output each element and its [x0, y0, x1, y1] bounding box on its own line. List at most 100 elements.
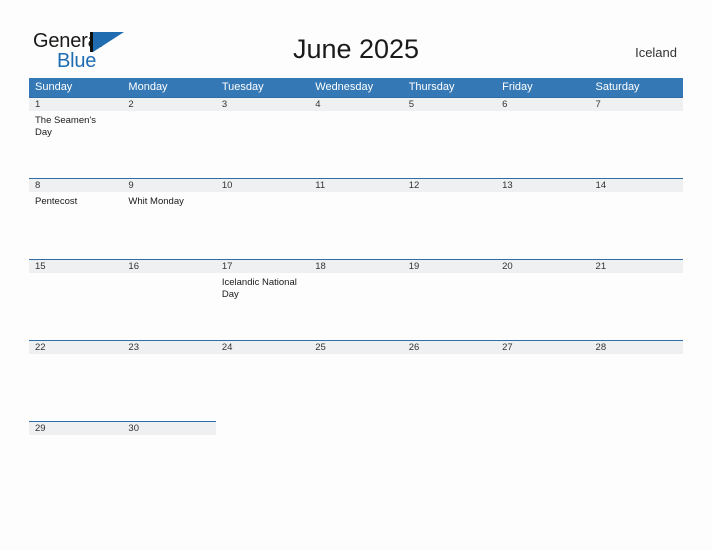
day-cell[interactable]: 23 — [122, 340, 216, 421]
calendar-cell[interactable]: 24 — [215, 340, 310, 421]
day-number-empty — [590, 421, 683, 435]
day-number: 15 — [29, 259, 123, 273]
day-cell[interactable]: 11 — [309, 178, 403, 259]
day-cell[interactable]: 17 Icelandic National Day — [215, 259, 310, 340]
day-number: 30 — [122, 421, 216, 435]
day-cell[interactable]: 6 — [496, 97, 590, 178]
day-cell[interactable]: 16 — [122, 259, 216, 340]
day-number: 9 — [122, 178, 216, 192]
day-cell[interactable] — [403, 421, 496, 502]
calendar-cell[interactable]: 4 — [309, 97, 403, 178]
day-cell[interactable]: 26 — [402, 340, 497, 421]
calendar-cell[interactable]: 29 — [29, 421, 123, 502]
calendar-cell[interactable]: 11 — [309, 178, 403, 259]
calendar-cell[interactable]: 19 — [402, 259, 497, 340]
day-number: 25 — [309, 340, 403, 354]
day-cell[interactable]: 14 — [589, 178, 683, 259]
day-cell[interactable]: 28 — [589, 340, 683, 421]
calendar-cell[interactable] — [215, 421, 310, 502]
day-cell[interactable]: 27 — [496, 340, 590, 421]
day-cell[interactable]: 30 — [122, 421, 216, 502]
day-cell[interactable]: 4 — [309, 97, 403, 178]
weekday-header-tuesday: Tuesday — [215, 78, 310, 97]
calendar-cell[interactable] — [402, 421, 497, 502]
calendar-cell[interactable]: 13 — [496, 178, 590, 259]
calendar-cell[interactable]: 27 — [496, 340, 590, 421]
day-number-empty — [403, 421, 496, 435]
day-cell[interactable]: 1 The Seamen's Day — [29, 97, 123, 178]
day-cell[interactable]: 25 — [309, 340, 403, 421]
day-number: 16 — [122, 259, 216, 273]
day-cell[interactable]: 21 — [589, 259, 683, 340]
calendar-body: 1 The Seamen's Day 2 3 4 5 6 7 8 Pentecost 9 Whit M… — [29, 97, 683, 502]
day-number: 14 — [589, 178, 683, 192]
calendar-cell[interactable]: 10 — [215, 178, 310, 259]
calendar-cell[interactable]: 21 — [589, 259, 683, 340]
event-list: The Seamen's Day — [29, 111, 122, 139]
day-cell[interactable]: 7 — [589, 97, 683, 178]
day-cell[interactable]: 18 — [309, 259, 403, 340]
calendar-week-row: 29 30 — [29, 421, 683, 502]
day-number: 6 — [496, 97, 590, 111]
calendar-cell[interactable]: 6 — [496, 97, 590, 178]
day-cell[interactable]: 20 — [496, 259, 590, 340]
calendar-cell[interactable]: 8 Pentecost — [29, 178, 123, 259]
calendar-cell[interactable]: 7 — [589, 97, 683, 178]
calendar-cell[interactable]: 18 — [309, 259, 403, 340]
day-number: 8 — [29, 178, 123, 192]
calendar-week-row: 8 Pentecost 9 Whit Monday 10 11 12 13 14 — [29, 178, 683, 259]
day-cell[interactable]: 10 — [215, 178, 310, 259]
weekday-header-thursday: Thursday — [402, 78, 497, 97]
day-number: 23 — [122, 340, 216, 354]
day-cell[interactable]: 24 — [215, 340, 310, 421]
calendar-cell[interactable]: 20 — [496, 259, 590, 340]
calendar-cell[interactable]: 15 — [29, 259, 123, 340]
event-label: Icelandic National Day — [221, 277, 297, 300]
day-number-empty — [216, 421, 309, 435]
day-cell[interactable]: 13 — [496, 178, 590, 259]
day-cell[interactable] — [309, 421, 402, 502]
weekday-header-sunday: Sunday — [29, 78, 123, 97]
calendar-week-row: 1 The Seamen's Day 2 3 4 5 6 7 — [29, 97, 683, 178]
calendar-cell[interactable] — [496, 421, 590, 502]
calendar-cell[interactable] — [589, 421, 683, 502]
day-cell[interactable]: 3 — [215, 97, 310, 178]
calendar-cell[interactable]: 1 The Seamen's Day — [29, 97, 123, 178]
calendar-cell[interactable]: 23 — [122, 340, 216, 421]
day-number: 12 — [402, 178, 497, 192]
calendar-cell[interactable]: 25 — [309, 340, 403, 421]
calendar-cell[interactable]: 17 Icelandic National Day — [215, 259, 310, 340]
event-label: The Seamen's Day — [35, 115, 96, 138]
day-number: 18 — [309, 259, 403, 273]
calendar-week-row: 15 16 17 Icelandic National Day 18 19 20 21 — [29, 259, 683, 340]
day-cell[interactable]: 12 — [402, 178, 497, 259]
day-cell[interactable] — [590, 421, 683, 502]
calendar-cell[interactable]: 30 — [122, 421, 216, 502]
calendar-cell[interactable]: 14 — [589, 178, 683, 259]
day-cell[interactable] — [496, 421, 589, 502]
day-cell[interactable]: 5 — [402, 97, 497, 178]
day-cell[interactable]: 19 — [402, 259, 497, 340]
day-cell[interactable]: 22 — [29, 340, 123, 421]
calendar-cell[interactable]: 2 — [122, 97, 216, 178]
calendar-cell[interactable]: 9 Whit Monday — [122, 178, 216, 259]
calendar-grid: Sunday Monday Tuesday Wednesday Thursday… — [29, 78, 683, 502]
calendar-cell[interactable]: 22 — [29, 340, 123, 421]
day-cell[interactable]: 29 — [29, 421, 123, 502]
calendar-cell[interactable]: 28 — [589, 340, 683, 421]
calendar-cell[interactable] — [309, 421, 403, 502]
calendar-cell[interactable]: 26 — [402, 340, 497, 421]
day-cell[interactable]: 8 Pentecost — [29, 178, 123, 259]
day-cell[interactable]: 2 — [122, 97, 216, 178]
weekday-header-friday: Friday — [496, 78, 590, 97]
day-cell[interactable]: 9 Whit Monday — [122, 178, 216, 259]
calendar-cell[interactable]: 16 — [122, 259, 216, 340]
day-number: 7 — [589, 97, 683, 111]
calendar-cell[interactable]: 5 — [402, 97, 497, 178]
weekday-header-wednesday: Wednesday — [309, 78, 403, 97]
calendar-cell[interactable]: 3 — [215, 97, 310, 178]
day-cell[interactable]: 15 — [29, 259, 123, 340]
day-cell[interactable] — [216, 421, 309, 502]
day-number: 21 — [589, 259, 683, 273]
calendar-cell[interactable]: 12 — [402, 178, 497, 259]
